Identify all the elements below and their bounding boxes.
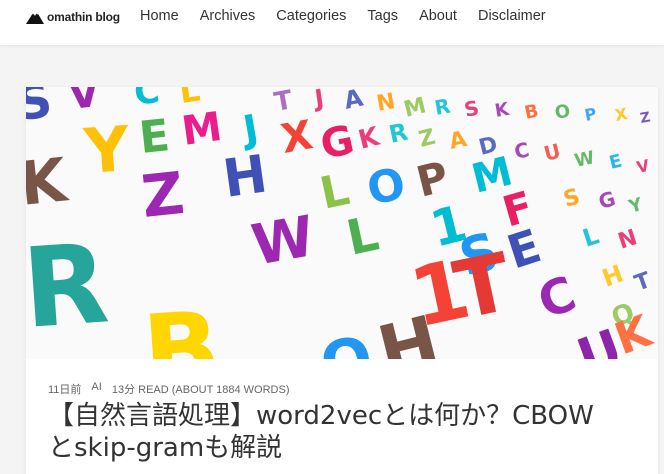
post-card: T J A N M R S K B O P X Z K R Z A D C U — [26, 87, 658, 474]
nav-archives[interactable]: Archives — [200, 7, 256, 25]
post-date: 11日前 — [48, 384, 82, 396]
nav-tags[interactable]: Tags — [367, 7, 398, 25]
post-category[interactable]: AI — [91, 381, 101, 397]
nav-categories[interactable]: Categories — [276, 7, 346, 25]
post-title-line2: とskip-gramも解説 — [48, 433, 283, 463]
post-title-line1: 【自然言語処理】word2vecとは何か？CBOW — [48, 401, 594, 431]
svg-text:M: M — [179, 104, 225, 155]
post-title[interactable]: 【自然言語処理】word2vecとは何か？CBOW とskip-gramも解説 — [48, 400, 648, 464]
svg-text:R: R — [26, 219, 112, 353]
post-meta: 11日前 AI 13分 READ (ABOUT 1884 WORDS) — [48, 381, 300, 397]
mountain-logo-icon — [26, 12, 44, 24]
svg-text:Z: Z — [138, 159, 187, 231]
site-logo[interactable]: omathin blog — [26, 8, 120, 26]
svg-text:C: C — [132, 87, 162, 114]
post-read-time: 13分 READ (ABOUT 1884 WORDS) — [111, 384, 290, 396]
svg-text:B: B — [140, 289, 224, 359]
svg-text:E: E — [137, 110, 172, 164]
top-navbar: omathin blog Home Archives Categories Ta… — [0, 0, 664, 45]
svg-text:W: W — [247, 204, 319, 279]
post-hero-image[interactable]: T J A N M R S K B O P X Z K R Z A D C U — [26, 87, 658, 359]
nav-about[interactable]: About — [419, 7, 457, 25]
svg-text:Y: Y — [81, 112, 133, 188]
logo-text: omathin blog — [47, 10, 120, 24]
svg-text:H: H — [219, 144, 270, 209]
nav-home[interactable]: Home — [140, 7, 179, 25]
main-nav: Home Archives Categories Tags About Disc… — [140, 7, 567, 25]
nav-disclaimer[interactable]: Disclaimer — [478, 7, 546, 25]
